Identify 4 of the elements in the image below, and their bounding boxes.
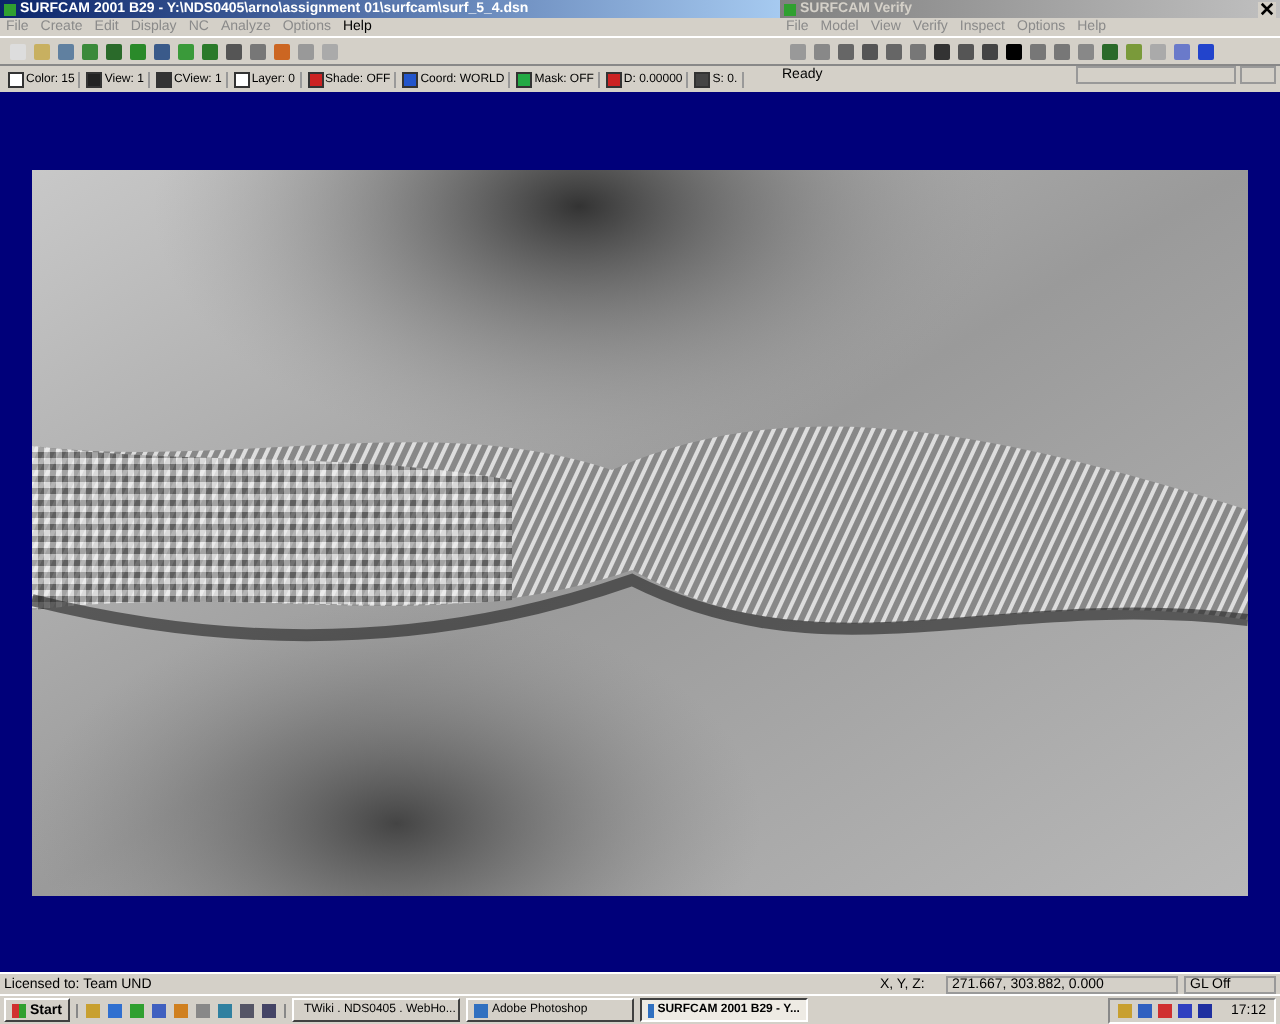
status-pane	[1240, 66, 1276, 84]
windows-logo-icon	[12, 1003, 26, 1017]
app-icon	[784, 3, 796, 15]
app-icon	[4, 3, 16, 15]
